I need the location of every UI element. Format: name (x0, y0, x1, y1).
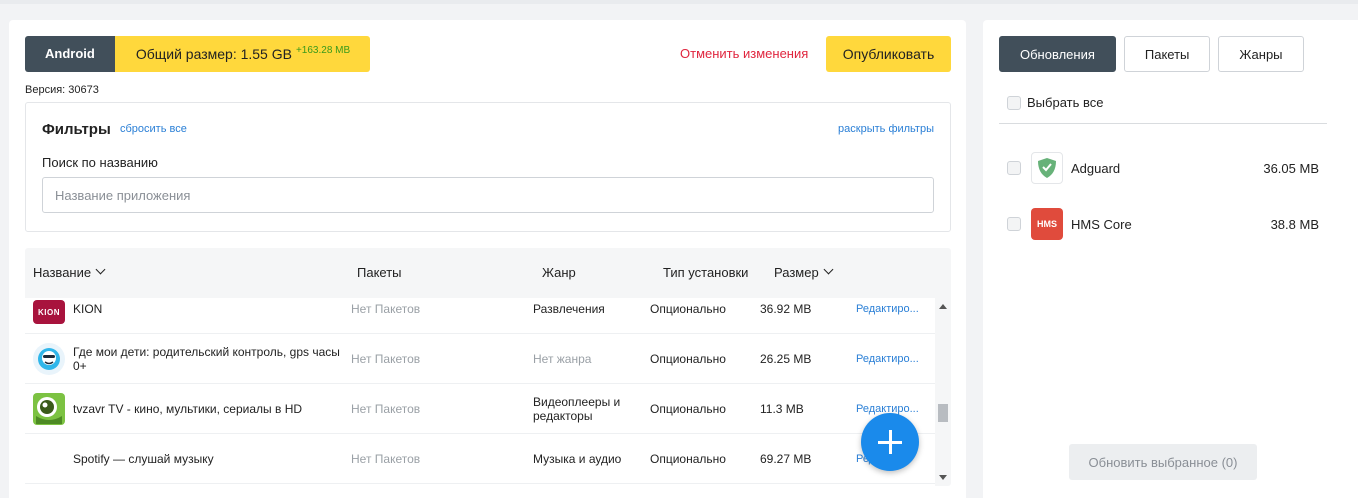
updates-panel: Обновления Пакеты Жанры Выбрать все Adgu… (983, 20, 1358, 498)
app-name: Где мои дети: родительский контроль, gps… (73, 345, 340, 373)
apps-table: Название Пакеты Жанр Тип установки Разме… (25, 248, 951, 486)
column-size-header[interactable]: Размер (774, 264, 834, 280)
column-install-type-header: Тип установки (663, 265, 749, 280)
table-row[interactable]: tvzavr TV - кино, мультики, сериалы в HD… (25, 384, 935, 434)
search-input[interactable] (42, 177, 934, 213)
update-item[interactable]: HMS HMS Core 38.8 MB (1007, 206, 1319, 242)
hms-core-icon: HMS (1031, 208, 1063, 240)
app-size: 11.3 MB (760, 402, 804, 416)
chevron-down-icon (823, 264, 834, 275)
search-label: Поиск по названию (42, 155, 158, 170)
update-item-size: 36.05 MB (1263, 160, 1319, 176)
find-my-kids-icon (33, 343, 65, 375)
column-name-header[interactable]: Название (33, 264, 106, 280)
app-packages: Нет Пакетов (351, 302, 421, 316)
main-panel: Android Общий размер: 1.55 GB +163.28 MB … (9, 20, 966, 498)
top-strip (0, 0, 1358, 4)
app-genre: Музыка и аудио (533, 452, 622, 466)
app-packages: Нет Пакетов (351, 402, 421, 416)
kion-icon: KION (33, 300, 65, 324)
app-name: KION (73, 302, 103, 316)
app-genre: Развлечения (533, 302, 605, 316)
app-install-type: Опционально (650, 352, 726, 366)
app-size: 69.27 MB (760, 452, 812, 466)
app-name: Spotify — слушай музыку (73, 452, 214, 466)
table-scrollbar[interactable] (935, 298, 951, 486)
edit-link[interactable]: Редактиро... (856, 298, 919, 334)
kion-logo-text: KION (38, 307, 60, 317)
adguard-icon (1031, 152, 1063, 184)
sidebar-tabs: Обновления Пакеты Жанры (999, 36, 1304, 72)
scroll-thumb[interactable] (938, 404, 948, 422)
update-item-name: Adguard (1071, 160, 1121, 176)
cancel-changes-link[interactable]: Отменить изменения (680, 46, 808, 61)
update-selected-button[interactable]: Обновить выбранное (0) (1069, 444, 1257, 480)
reset-filters-link[interactable]: сбросить все (120, 123, 187, 135)
divider (999, 123, 1327, 124)
update-item[interactable]: Adguard 36.05 MB (1007, 150, 1319, 186)
column-genre-header: Жанр (542, 265, 576, 280)
tab-packages[interactable]: Пакеты (1123, 36, 1211, 72)
update-item-size: 38.8 MB (1270, 216, 1319, 232)
add-app-button[interactable] (861, 413, 919, 471)
total-size-label: Общий размер: 1.55 GB (135, 46, 292, 62)
tab-genres[interactable]: Жанры (1218, 36, 1304, 72)
select-all[interactable]: Выбрать все (1007, 95, 1103, 110)
app-genre: Нет жанра (533, 352, 592, 366)
platform-label[interactable]: Android (25, 36, 115, 72)
filters-title: Фильтры (42, 121, 111, 138)
app-genre: Видеоплееры и редакторы (533, 395, 621, 423)
update-item-checkbox[interactable] (1007, 161, 1021, 175)
table-body: KION KION Нет Пакетов Развлечения Опцион… (25, 298, 935, 486)
app-packages: Нет Пакетов (351, 452, 421, 466)
update-item-name: HMS Core (1071, 216, 1132, 232)
table-header: Название Пакеты Жанр Тип установки Разме… (25, 248, 951, 298)
update-item-checkbox[interactable] (1007, 217, 1021, 231)
app-install-type: Опционально (650, 302, 726, 316)
table-row[interactable]: Где мои дети: родительский контроль, gps… (25, 334, 935, 384)
tab-updates[interactable]: Обновления (999, 36, 1116, 72)
column-name-label: Название (33, 265, 92, 280)
tvzavr-icon (33, 393, 65, 425)
app-install-type: Опционально (650, 402, 726, 416)
size-delta: +163.28 MB (295, 45, 351, 56)
filters-panel: Фильтры сбросить все раскрыть фильтры По… (25, 102, 951, 232)
app-size: 26.25 MB (760, 352, 812, 366)
select-all-checkbox[interactable] (1007, 95, 1021, 110)
version-label: Версия: 30673 (25, 84, 99, 96)
scroll-up-arrow-icon[interactable] (939, 304, 947, 309)
publish-button[interactable]: Опубликовать (826, 36, 951, 72)
hms-logo-text: HMS (1037, 219, 1057, 229)
edit-link[interactable]: Редактиро... (856, 334, 919, 384)
platform-bar: Android Общий размер: 1.55 GB +163.28 MB (25, 36, 371, 72)
spotify-icon (33, 443, 65, 475)
select-all-label: Выбрать все (1027, 95, 1104, 110)
column-size-label: Размер (774, 265, 819, 280)
scroll-down-arrow-icon[interactable] (939, 475, 947, 480)
table-row[interactable]: KION KION Нет Пакетов Развлечения Опцион… (25, 298, 935, 334)
app-packages: Нет Пакетов (351, 352, 421, 366)
chevron-down-icon (95, 264, 106, 275)
app-name: tvzavr TV - кино, мультики, сериалы в HD (73, 402, 303, 416)
total-size-badge: Общий размер: 1.55 GB +163.28 MB (114, 36, 371, 72)
table-row[interactable]: Spotify — слушай музыку Нет Пакетов Музы… (25, 434, 935, 484)
expand-filters-link[interactable]: раскрыть фильтры (838, 123, 934, 135)
column-packages-header: Пакеты (357, 265, 402, 280)
app-install-type: Опционально (650, 452, 726, 466)
app-size: 36.92 MB (760, 302, 812, 316)
